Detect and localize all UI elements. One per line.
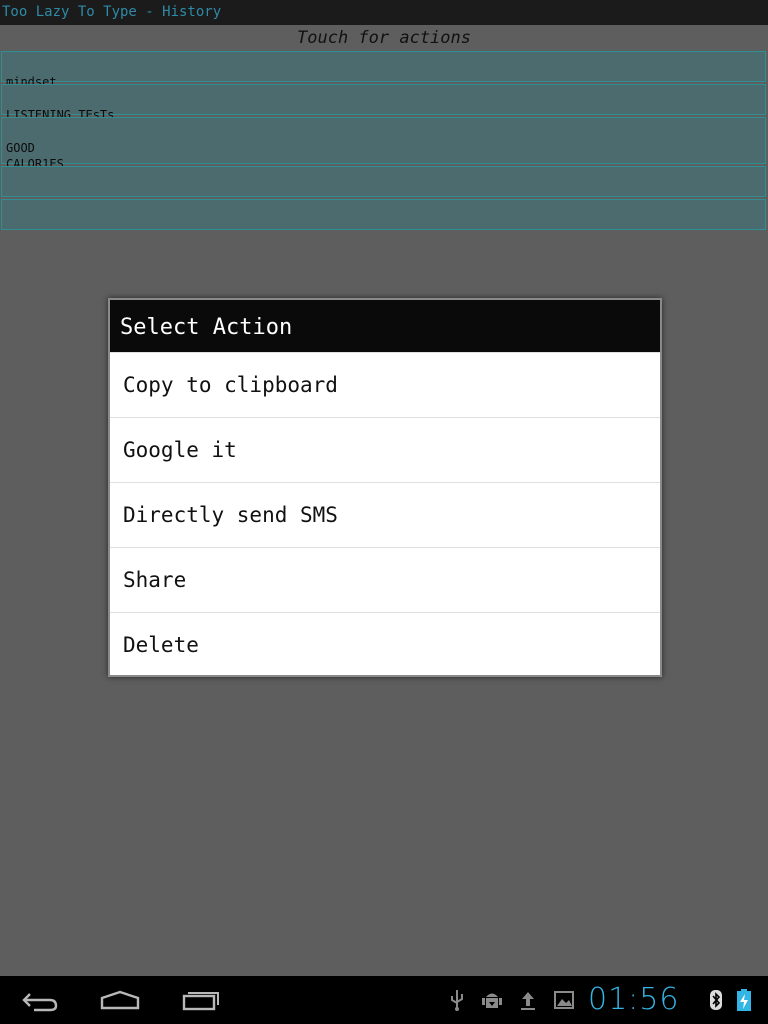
history-item[interactable]: mindset [1, 51, 766, 89]
back-button[interactable] [10, 976, 70, 1024]
history-item[interactable]: GOOD CALOR1ES. [1, 117, 766, 171]
android-debug-icon [481, 988, 502, 1012]
upload-icon [518, 988, 538, 1012]
touch-hint: Touch for actions [297, 28, 471, 48]
select-action-dialog: Select Action Copy to clipboard Google i… [108, 298, 662, 677]
share-option[interactable]: Share [110, 547, 660, 612]
copy-to-clipboard-option[interactable]: Copy to clipboard [110, 352, 660, 417]
home-icon [100, 990, 140, 1010]
image-notification-icon [553, 988, 574, 1012]
system-nav-bar: 01:56 [0, 976, 768, 1024]
bluetooth-icon [708, 988, 728, 1012]
back-icon [22, 993, 58, 1012]
history-item[interactable] [1, 166, 766, 197]
history-item[interactable]: LISTENING TEsTs [1, 84, 766, 122]
usb-icon [447, 988, 467, 1012]
delete-option[interactable]: Delete [110, 612, 660, 677]
dialog-title: Select Action [110, 300, 660, 352]
send-sms-option[interactable]: Directly send SMS [110, 482, 660, 547]
history-item[interactable] [1, 199, 766, 230]
recent-apps-icon [182, 992, 219, 1011]
app-title: Too Lazy To Type - History [2, 4, 222, 20]
home-button[interactable] [90, 976, 150, 1024]
google-it-option[interactable]: Google it [110, 417, 660, 482]
battery-charging-icon [735, 988, 755, 1012]
clock: 01:56 [588, 982, 680, 1017]
app-title-bar: Too Lazy To Type - History [0, 0, 768, 25]
recent-apps-button[interactable] [172, 976, 232, 1024]
